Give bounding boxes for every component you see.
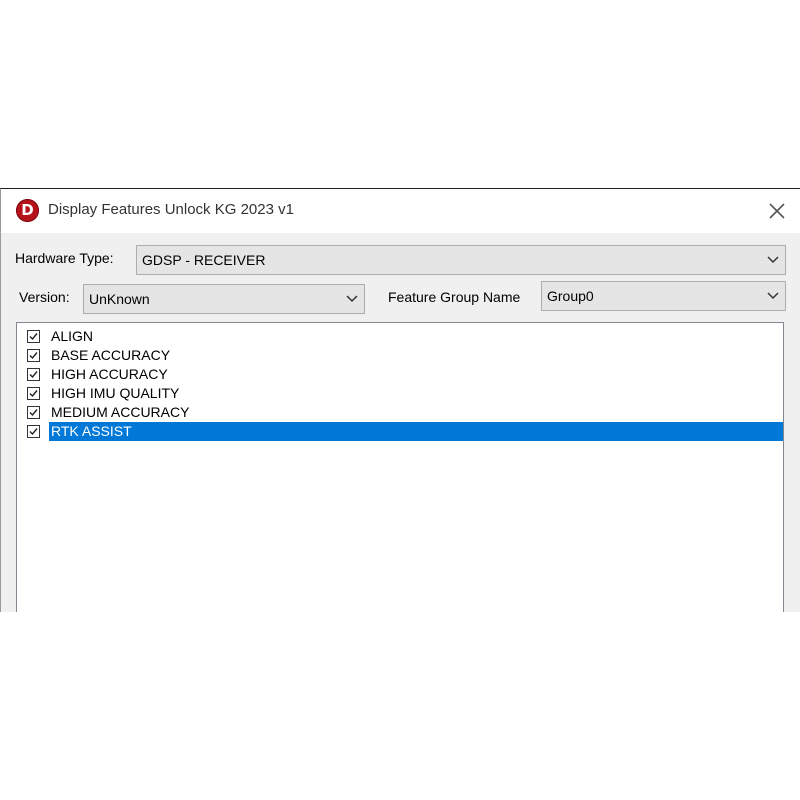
feature-label: HIGH IMU QUALITY — [51, 385, 180, 401]
checkmark-icon — [29, 371, 38, 379]
close-icon — [769, 203, 785, 219]
window-title: Display Features Unlock KG 2023 v1 — [48, 201, 294, 218]
close-button[interactable] — [763, 197, 791, 225]
feature-checklist[interactable]: ALIGN BASE ACCURACY HIGH ACCURACY HIGH I… — [16, 322, 784, 612]
feature-checkbox[interactable] — [27, 330, 40, 343]
version-dropdown[interactable]: UnKnown — [83, 284, 365, 314]
checkmark-icon — [29, 352, 38, 360]
title-bar[interactable]: D Display Features Unlock KG 2023 v1 — [1, 189, 800, 233]
feature-group-dropdown[interactable]: Group0 — [541, 281, 786, 311]
feature-label: ALIGN — [51, 328, 94, 344]
chevron-down-icon — [767, 255, 779, 265]
feature-group-value: Group0 — [547, 288, 594, 304]
feature-checkbox[interactable] — [27, 425, 40, 438]
dialog-window: D Display Features Unlock KG 2023 v1 Har… — [0, 188, 800, 612]
hardware-type-label: Hardware Type: — [15, 250, 114, 266]
feature-label: BASE ACCURACY — [51, 347, 171, 363]
list-item[interactable]: ALIGN — [17, 327, 783, 346]
app-logo-letter: D — [21, 201, 34, 219]
hardware-type-dropdown[interactable]: GDSP - RECEIVER — [136, 245, 786, 275]
list-item[interactable]: HIGH ACCURACY — [17, 365, 783, 384]
hardware-type-value: GDSP - RECEIVER — [142, 252, 266, 268]
checkmark-icon — [29, 390, 38, 398]
list-item[interactable]: MEDIUM ACCURACY — [17, 403, 783, 422]
version-label: Version: — [19, 289, 70, 305]
chevron-down-icon — [346, 294, 358, 304]
feature-checkbox[interactable] — [27, 368, 40, 381]
list-item-selected[interactable]: RTK ASSIST — [17, 422, 783, 441]
app-logo-icon: D — [16, 199, 39, 222]
list-item[interactable]: BASE ACCURACY — [17, 346, 783, 365]
checkmark-icon — [29, 428, 38, 436]
feature-checkbox[interactable] — [27, 387, 40, 400]
feature-label: MEDIUM ACCURACY — [51, 404, 190, 420]
checkmark-icon — [29, 409, 38, 417]
feature-label: RTK ASSIST — [49, 422, 783, 441]
checkmark-icon — [29, 333, 38, 341]
feature-label: HIGH ACCURACY — [51, 366, 168, 382]
feature-checkbox[interactable] — [27, 349, 40, 362]
feature-group-label: Feature Group Name — [388, 289, 521, 305]
version-value: UnKnown — [89, 291, 150, 307]
feature-checkbox[interactable] — [27, 406, 40, 419]
list-item[interactable]: HIGH IMU QUALITY — [17, 384, 783, 403]
chevron-down-icon — [767, 291, 779, 301]
